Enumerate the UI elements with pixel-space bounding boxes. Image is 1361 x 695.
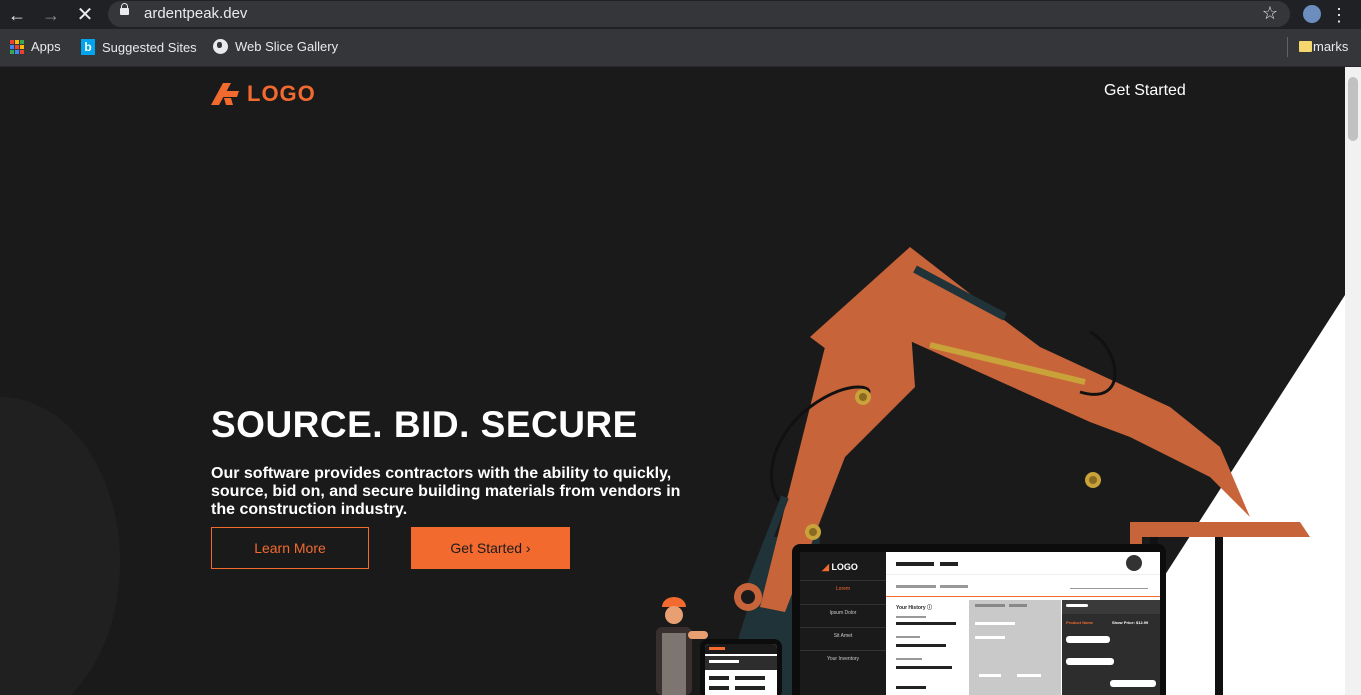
get-started-button[interactable]: Get Started › bbox=[411, 527, 570, 569]
logo-mark-icon bbox=[211, 83, 239, 105]
mockup-price-label: Show Price: $12.99 bbox=[1112, 620, 1149, 625]
bookmark-label: Web Slice Gallery bbox=[235, 39, 339, 54]
logo-text: LOGO bbox=[247, 81, 316, 106]
mockup-avatar bbox=[1126, 555, 1142, 571]
forward-arrow-icon[interactable]: → bbox=[40, 4, 62, 26]
mockup-product-label: Product Name bbox=[1066, 620, 1094, 625]
url-text: ardentpeak.dev bbox=[144, 5, 248, 22]
mockup-nav-item: Lorem bbox=[800, 580, 886, 604]
mockup-chat-panel: Product Name Show Price: $12.99 bbox=[1062, 600, 1160, 695]
mockup-logo: ◢ LOGO bbox=[822, 562, 858, 572]
mockup-header bbox=[886, 552, 1160, 575]
learn-more-button[interactable]: Learn More bbox=[211, 527, 369, 569]
hero-description: Our software provides contractors with t… bbox=[211, 465, 681, 518]
mockup-nav-item: Ipsum Dolor bbox=[800, 604, 886, 628]
site-logo[interactable]: LOGO bbox=[211, 81, 316, 107]
bing-icon: b bbox=[81, 39, 95, 55]
globe-icon bbox=[213, 39, 228, 54]
address-bar[interactable]: ardentpeak.dev ☆ bbox=[108, 1, 1290, 27]
folder-icon bbox=[1299, 41, 1312, 52]
bookmark-suggested-sites[interactable]: b Suggested Sites bbox=[81, 39, 197, 55]
phone-mockup bbox=[700, 639, 782, 695]
bookmark-web-slice-gallery[interactable]: Web Slice Gallery bbox=[213, 39, 338, 54]
background-shape bbox=[0, 397, 120, 695]
mockup-middle-panel bbox=[969, 600, 1061, 695]
menu-kebab-icon[interactable]: ⋮ bbox=[1328, 4, 1350, 26]
scrollbar-thumb[interactable] bbox=[1348, 77, 1358, 141]
bookmark-label: Suggested Sites bbox=[102, 39, 197, 55]
mockup-history-label: Your History ⓘ bbox=[896, 605, 933, 611]
bookmark-label: Apps bbox=[31, 39, 61, 54]
bookmark-star-icon[interactable]: ☆ bbox=[1262, 3, 1278, 24]
hero-headline: SOURCE. BID. SECURE bbox=[211, 404, 638, 445]
mockup-nav-item: Sit Amet bbox=[800, 627, 886, 651]
other-bookmarks-label: marks bbox=[1313, 39, 1349, 54]
lock-icon bbox=[120, 3, 129, 15]
nav-get-started-link[interactable]: Get Started bbox=[1104, 82, 1186, 100]
mockup-nav-item: Your Inventory bbox=[800, 650, 886, 674]
profile-avatar[interactable] bbox=[1303, 5, 1321, 23]
apps-grid-icon bbox=[10, 39, 24, 54]
phone-screen bbox=[705, 644, 777, 695]
mockup-sidebar: ◢ LOGO Lorem Ipsum Dolor Sit Amet Your I… bbox=[800, 552, 886, 695]
app-screenshot: ◢ LOGO Lorem Ipsum Dolor Sit Amet Your I… bbox=[800, 552, 1160, 695]
bookmarks-divider bbox=[1287, 37, 1288, 57]
bookmarks-bar: Apps b Suggested Sites Web Slice Gallery… bbox=[0, 29, 1361, 67]
other-bookmarks[interactable]: marks bbox=[1299, 39, 1348, 54]
browser-toolbar: ← → ✕ ardentpeak.dev ☆ ⋮ bbox=[0, 0, 1361, 29]
back-arrow-icon[interactable]: ← bbox=[6, 4, 28, 26]
web-page: LOGO Get Started SOURCE. BID. SECURE Our… bbox=[0, 67, 1361, 695]
bookmark-apps[interactable]: Apps bbox=[10, 39, 61, 54]
stop-loading-icon[interactable]: ✕ bbox=[74, 4, 96, 26]
laptop-mockup: ◢ LOGO Lorem Ipsum Dolor Sit Amet Your I… bbox=[792, 544, 1166, 695]
page-scrollbar[interactable] bbox=[1345, 67, 1361, 695]
